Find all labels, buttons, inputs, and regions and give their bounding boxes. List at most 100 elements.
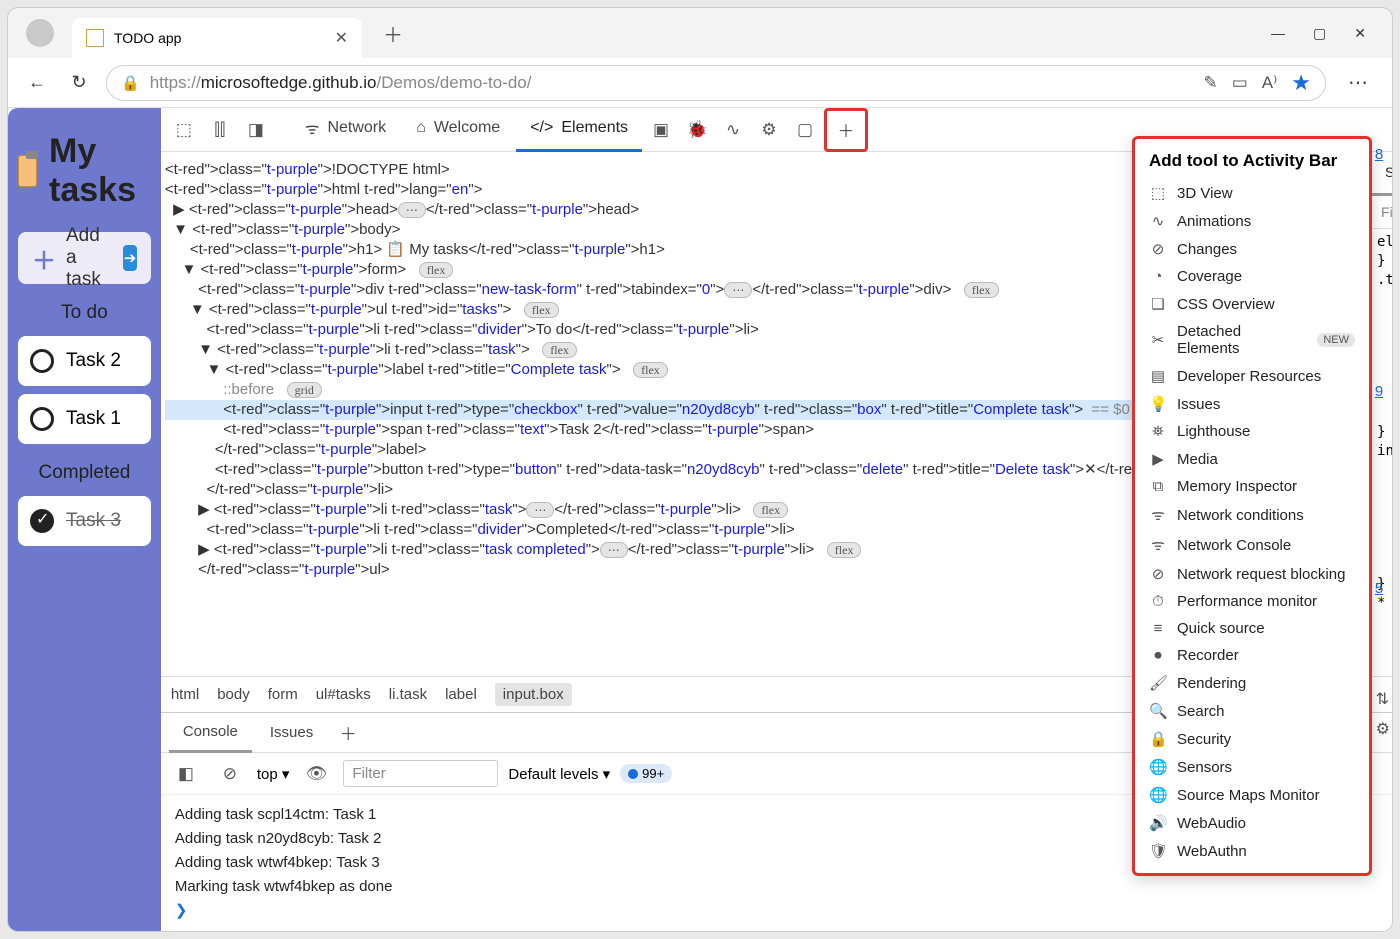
tool-icon: ⧉ bbox=[1149, 478, 1167, 495]
tab-welcome[interactable]: ⌂Welcome bbox=[402, 108, 514, 152]
popup-item[interactable]: ⏱Performance monitor bbox=[1135, 588, 1369, 615]
url-text: https://microsoftedge.github.io/Demos/de… bbox=[150, 73, 1194, 93]
popup-item[interactable]: ⧉Memory Inspector bbox=[1135, 473, 1369, 500]
tool-icon: ✂ bbox=[1149, 331, 1167, 349]
console-filter[interactable]: Filter bbox=[343, 760, 498, 787]
popup-item[interactable]: ▤Developer Resources bbox=[1135, 362, 1369, 390]
tool-icon: ᯤ bbox=[1149, 535, 1167, 555]
profile-avatar[interactable] bbox=[26, 19, 54, 47]
popup-item[interactable]: 🛡WebAuthn bbox=[1135, 837, 1369, 865]
tool-icon: 🛡 bbox=[1149, 842, 1167, 860]
minimize-icon[interactable]: — bbox=[1271, 25, 1285, 42]
favorite-icon[interactable]: ★ bbox=[1291, 70, 1311, 96]
crumb[interactable]: form bbox=[268, 686, 298, 703]
tool-icon: ∿ bbox=[1149, 212, 1167, 230]
popup-item[interactable]: 🖌Rendering bbox=[1135, 669, 1369, 697]
popup-item[interactable]: ✂Detached Elements NEW bbox=[1135, 318, 1369, 362]
popup-item[interactable]: 🔒Security bbox=[1135, 725, 1369, 753]
popup-item[interactable]: ᯤNetwork conditions bbox=[1135, 500, 1369, 530]
popup-item[interactable]: 🔍Search bbox=[1135, 697, 1369, 725]
tool-icon: 🖌 bbox=[1149, 674, 1167, 692]
popup-item[interactable]: ▶Media bbox=[1135, 445, 1369, 473]
tab-elements[interactable]: </>Elements bbox=[516, 108, 642, 152]
app-title: My tasks bbox=[18, 118, 151, 224]
tool-icon: ⊘ bbox=[1149, 565, 1167, 583]
popup-item[interactable]: ⏺Recorder bbox=[1135, 642, 1369, 669]
checkbox-icon[interactable] bbox=[30, 509, 54, 533]
favicon bbox=[86, 29, 104, 47]
performance-icon[interactable]: ∿ bbox=[716, 113, 750, 147]
live-expression-icon[interactable]: 👁 bbox=[299, 757, 333, 791]
new-tab-button[interactable]: ＋ bbox=[376, 16, 410, 50]
issues-badge[interactable]: 99+ bbox=[620, 764, 672, 783]
browser-tab[interactable]: TODO app ✕ bbox=[72, 18, 362, 58]
tool-icon: ❏ bbox=[1149, 295, 1167, 313]
crumb[interactable]: label bbox=[445, 686, 477, 703]
read-aloud-icon[interactable]: A⁾ bbox=[1262, 73, 1278, 93]
popup-item[interactable]: ≡Quick source bbox=[1135, 615, 1369, 642]
close-window-icon[interactable]: ✕ bbox=[1354, 25, 1366, 42]
task-item[interactable]: Task 1 bbox=[18, 394, 151, 444]
popup-item[interactable]: 🌐Source Maps Monitor bbox=[1135, 781, 1369, 809]
popup-item[interactable]: ❏CSS Overview bbox=[1135, 290, 1369, 318]
task-item[interactable]: Task 2 bbox=[18, 336, 151, 386]
settings-icon[interactable]: ⚙ bbox=[1376, 719, 1390, 739]
tab-network[interactable]: ᯤNetwork bbox=[291, 108, 400, 152]
submit-icon[interactable]: ➔ bbox=[123, 245, 137, 271]
context-selector[interactable]: top ▾ bbox=[257, 765, 290, 783]
settings-more-icon[interactable]: ⋯ bbox=[1338, 70, 1378, 95]
popup-item[interactable]: ⊘Changes bbox=[1135, 235, 1369, 263]
log-levels[interactable]: Default levels ▾ bbox=[508, 765, 610, 783]
address-bar[interactable]: 🔒 https://microsoftedge.github.io/Demos/… bbox=[106, 65, 1326, 101]
popup-item[interactable]: ∿Animations bbox=[1135, 207, 1369, 235]
tool-icon: 💡 bbox=[1149, 395, 1167, 413]
console-icon[interactable]: ▣ bbox=[644, 113, 678, 147]
checkbox-icon[interactable] bbox=[30, 407, 54, 431]
add-task-input[interactable]: ＋ Add a task ➔ bbox=[18, 232, 151, 284]
application-icon[interactable]: ▢ bbox=[788, 113, 822, 147]
edit-icon[interactable]: ✎ bbox=[1203, 73, 1217, 93]
toggle-icon[interactable]: ⇅ bbox=[1376, 689, 1390, 709]
tool-icon: 🌐 bbox=[1149, 758, 1167, 776]
popup-item[interactable]: 💡Issues bbox=[1135, 390, 1369, 418]
add-task-placeholder: Add a task bbox=[66, 225, 113, 291]
task-item-completed[interactable]: Task 3 bbox=[18, 496, 151, 546]
crumb[interactable]: input.box bbox=[495, 683, 572, 706]
popup-item[interactable]: 🔊WebAudio bbox=[1135, 809, 1369, 837]
clipboard-icon bbox=[18, 155, 37, 187]
tool-icon: 🌐 bbox=[1149, 786, 1167, 804]
add-console-tab-icon[interactable]: ＋ bbox=[331, 716, 365, 750]
device-icon[interactable]: ⫿⫿ bbox=[203, 113, 237, 147]
maximize-icon[interactable]: ▢ bbox=[1313, 25, 1326, 42]
popup-item[interactable]: ᯤNetwork Console bbox=[1135, 530, 1369, 560]
checkbox-icon[interactable] bbox=[30, 349, 54, 373]
tab-console[interactable]: Console bbox=[169, 713, 252, 753]
refresh-button[interactable]: ↻ bbox=[64, 68, 94, 98]
crumb[interactable]: ul#tasks bbox=[316, 686, 371, 703]
add-tool-button[interactable]: ＋ bbox=[824, 108, 868, 152]
tab-title: TODO app bbox=[114, 30, 181, 46]
back-button[interactable]: ← bbox=[22, 68, 52, 98]
code-icon: </> bbox=[530, 119, 553, 137]
sidebar-toggle-icon[interactable]: ◧ bbox=[169, 757, 203, 791]
inspect-icon[interactable]: ⬚ bbox=[167, 113, 201, 147]
clear-console-icon[interactable]: ⊘ bbox=[213, 757, 247, 791]
popup-item[interactable]: ⬚3D View bbox=[1135, 179, 1369, 207]
tab-issues[interactable]: Issues bbox=[256, 713, 327, 753]
tool-icon: ⊘ bbox=[1149, 240, 1167, 258]
tool-icon: ≡ bbox=[1149, 620, 1167, 637]
dock-icon[interactable]: ◨ bbox=[239, 113, 273, 147]
app-icon[interactable]: ▭ bbox=[1232, 73, 1248, 93]
crumb[interactable]: li.task bbox=[389, 686, 427, 703]
tool-icon: ◔ bbox=[1149, 268, 1167, 285]
more-tools-icon[interactable]: ⋯ bbox=[1390, 113, 1392, 147]
close-tab-icon[interactable]: ✕ bbox=[335, 28, 348, 48]
crumb[interactable]: html bbox=[171, 686, 199, 703]
crumb[interactable]: body bbox=[217, 686, 250, 703]
popup-item[interactable]: 🌐Sensors bbox=[1135, 753, 1369, 781]
popup-item[interactable]: ◔Coverage bbox=[1135, 263, 1369, 290]
bug-icon[interactable]: 🐞 bbox=[680, 113, 714, 147]
popup-item[interactable]: ⛯Lighthouse bbox=[1135, 418, 1369, 445]
gear-icon[interactable]: ⚙ bbox=[752, 113, 786, 147]
popup-item[interactable]: ⊘Network request blocking bbox=[1135, 560, 1369, 588]
